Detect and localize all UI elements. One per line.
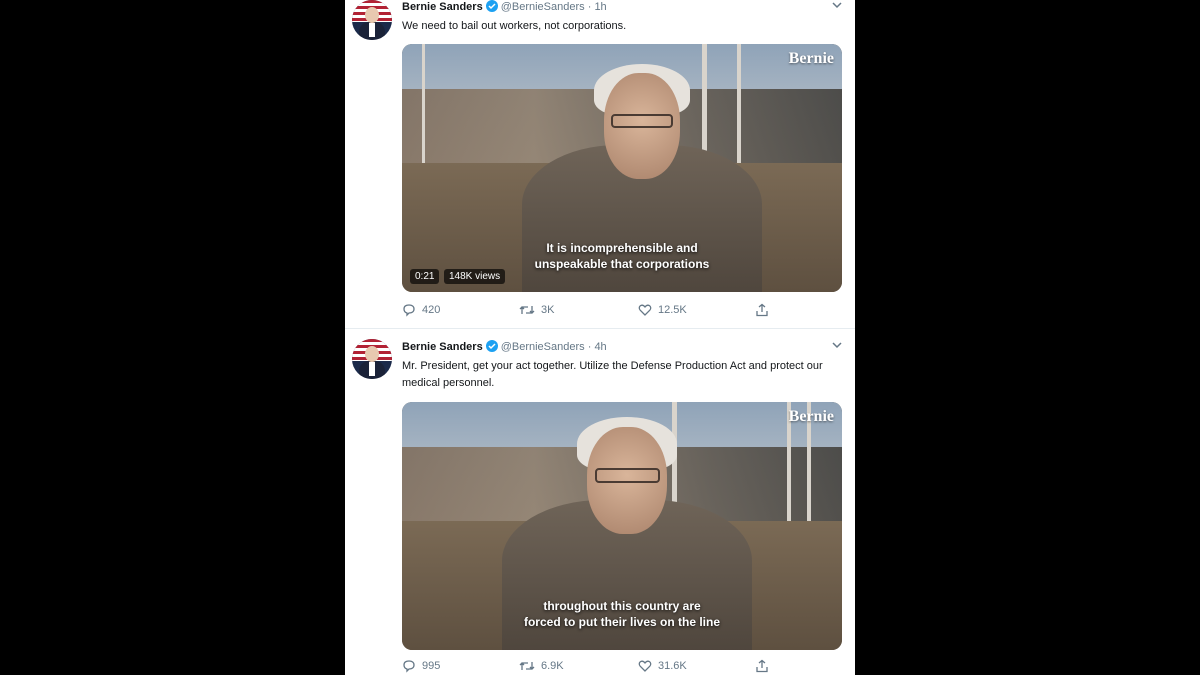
video-watermark: Bernie	[788, 408, 834, 425]
tweet-timestamp[interactable]: 1h	[594, 1, 606, 13]
like-button[interactable]: 12.5K	[638, 303, 687, 317]
heart-icon	[638, 304, 652, 316]
video-player[interactable]: Bernie throughout this country are force…	[402, 402, 842, 650]
caption-line: forced to put their lives on the line	[523, 615, 721, 629]
tweet-actions: 995 6.9K 31.6K	[402, 659, 842, 675]
retweet-button[interactable]: 6.9K	[519, 659, 564, 673]
like-count: 12.5K	[658, 304, 687, 316]
twitter-timeline-panel: Bernie Sanders @BernieSanders · 1h We nee…	[345, 0, 855, 675]
share-icon	[756, 303, 768, 317]
speaker-glasses	[610, 114, 674, 129]
retweet-icon	[519, 306, 535, 314]
share-button[interactable]	[755, 303, 769, 317]
chevron-down-icon[interactable]	[831, 340, 843, 350]
reply-count: 995	[422, 660, 441, 672]
retweet-button[interactable]: 3K	[519, 303, 554, 317]
verified-badge-icon	[485, 0, 498, 12]
video-duration: 0:21	[410, 269, 440, 284]
caption-line: It is incomprehensible and	[546, 241, 698, 255]
reply-button[interactable]: 420	[402, 303, 440, 317]
video-caption: throughout this country are forced to pu…	[402, 598, 842, 630]
share-icon	[756, 659, 768, 673]
caption-line: throughout this country are	[543, 599, 701, 613]
separator-dot: ·	[587, 1, 592, 13]
separator-dot: ·	[587, 341, 592, 353]
video-caption: It is incomprehensible and unspeakable t…	[402, 240, 842, 272]
avatar-head	[365, 346, 379, 362]
video-views: 148K views	[444, 269, 506, 284]
author-name[interactable]: Bernie Sanders	[402, 1, 483, 13]
tweet-header: Bernie Sanders @BernieSanders · 4h	[402, 340, 607, 356]
reply-icon	[403, 660, 415, 673]
reply-button[interactable]: 995	[402, 659, 440, 673]
tweet-actions: 420 3K 12.5K	[402, 303, 842, 321]
tweet-text: We need to bail out workers, not corpora…	[402, 20, 627, 32]
like-count: 31.6K	[658, 660, 687, 672]
speaker-glasses	[594, 468, 660, 483]
tweet-timestamp[interactable]: 4h	[594, 341, 606, 353]
avatar-head	[365, 7, 379, 23]
retweet-count: 3K	[541, 304, 555, 316]
avatar[interactable]	[352, 0, 392, 40]
video-player[interactable]: Bernie It is incomprehensible and unspea…	[402, 44, 842, 292]
heart-icon	[638, 660, 652, 672]
verified-badge-icon	[485, 340, 498, 352]
share-button[interactable]	[755, 659, 769, 673]
author-name[interactable]: Bernie Sanders	[402, 341, 483, 353]
tweet[interactable]: Bernie Sanders @BernieSanders · 1h We nee…	[345, 0, 855, 328]
tweet[interactable]: Bernie Sanders @BernieSanders · 4h Mr. Pr…	[345, 329, 855, 675]
reply-icon	[403, 304, 415, 317]
video-tree-trunk	[422, 44, 425, 168]
tweet-text: Mr. President, get your act together. Ut…	[402, 360, 823, 389]
retweet-count: 6.9K	[541, 660, 564, 672]
retweet-icon	[519, 662, 535, 670]
video-watermark: Bernie	[788, 50, 834, 67]
avatar-shirt	[369, 23, 375, 37]
author-handle[interactable]: @BernieSanders	[501, 341, 585, 353]
tweet-header: Bernie Sanders @BernieSanders · 1h	[402, 0, 607, 16]
avatar[interactable]	[352, 339, 392, 379]
chevron-down-icon[interactable]	[831, 0, 843, 10]
author-handle[interactable]: @BernieSanders	[501, 1, 585, 13]
avatar-shirt	[369, 362, 375, 376]
reply-count: 420	[422, 304, 441, 316]
like-button[interactable]: 31.6K	[638, 659, 687, 673]
